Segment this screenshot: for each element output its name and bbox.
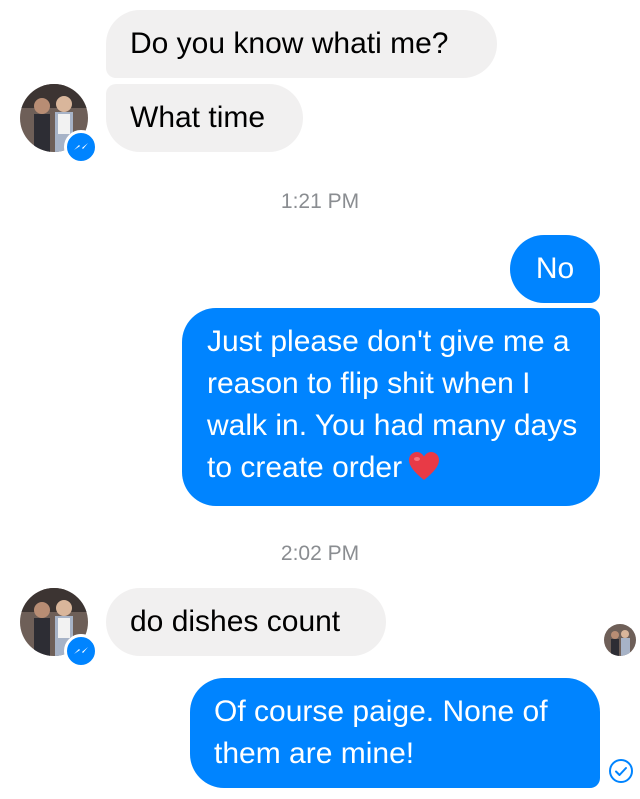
message-text: Do you know whati me? <box>130 27 449 60</box>
message-text: Of course paige. None of them are mine! <box>214 695 548 770</box>
outgoing-message[interactable]: No <box>510 235 600 303</box>
messenger-icon <box>64 130 98 164</box>
timestamp: 1:21 PM <box>280 190 360 213</box>
incoming-message[interactable]: What time <box>106 84 303 152</box>
sent-check-icon <box>608 758 634 784</box>
heart-emoji <box>408 451 440 493</box>
incoming-message[interactable]: do dishes count <box>106 588 386 656</box>
timestamp: 2:02 PM <box>280 542 360 565</box>
message-text: do dishes count <box>130 605 341 638</box>
outgoing-message[interactable]: Of course paige. None of them are mine! <box>190 678 600 788</box>
incoming-message[interactable]: Do you know whati me? <box>106 10 497 78</box>
outgoing-message[interactable]: Just please don't give me a reason to fl… <box>182 308 600 506</box>
messenger-icon <box>64 634 98 668</box>
message-text: What time <box>130 101 266 134</box>
read-receipt-avatar <box>604 624 636 656</box>
message-text: Just please don't give me a reason to fl… <box>207 325 578 484</box>
message-text: No <box>535 252 575 285</box>
